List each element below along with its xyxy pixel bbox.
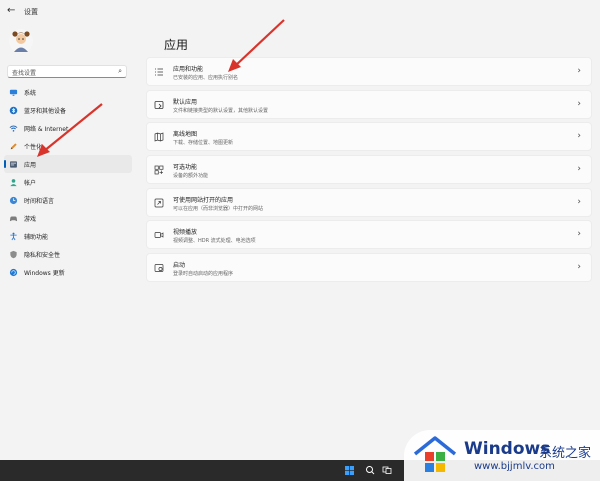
card-description: 已安装的应用、应用执行别名	[173, 75, 239, 81]
avatar[interactable]	[8, 28, 34, 54]
sidebar-item-bluetooth[interactable]: 蓝牙和其他设备	[4, 101, 132, 119]
card-description: 登录时自动启动的应用程序	[173, 271, 234, 278]
card-description: 文件和链接类型的默认设置，其他默认设置	[173, 107, 269, 114]
apps-icon	[10, 160, 17, 168]
card-description: 下载、存储位置、地图更新	[173, 140, 234, 147]
list-icon	[155, 68, 163, 76]
sidebar-item-label: 辅助功能	[24, 233, 49, 241]
window-title: 设置	[24, 8, 38, 16]
sidebar-item-gaming[interactable]: 游戏	[4, 209, 132, 227]
sidebar-item-accessibility[interactable]: 辅助功能	[4, 227, 132, 245]
sidebar-item-label: 系统	[24, 89, 37, 97]
watermark-url: www.bjjmlv.com	[474, 461, 555, 472]
back-arrow-icon[interactable]: ←	[7, 5, 15, 16]
card-video-playback[interactable]: 视频播放 视频调整、HDR 流式处理、电池选项 ›	[146, 220, 592, 250]
chevron-right-icon: ›	[577, 196, 581, 207]
monitor-icon	[9, 89, 18, 96]
update-icon	[9, 268, 18, 276]
card-apps-for-websites[interactable]: 可使用网站打开的应用 可以在应用（而非浏览器）中打开的网站 ›	[146, 187, 592, 217]
watermark: Windows 系统之家 www.bjjmlv.com	[404, 430, 600, 481]
sidebar-item-label: 个性化	[24, 143, 43, 151]
card-title: 可选功能	[173, 164, 198, 172]
map-icon	[154, 132, 164, 142]
card-default-apps[interactable]: 默认应用 文件和链接类型的默认设置，其他默认设置 ›	[146, 89, 592, 119]
gamepad-icon	[9, 215, 18, 221]
person-icon	[10, 178, 17, 186]
task-view-icon[interactable]	[382, 465, 392, 475]
sidebar-item-label: 隐私和安全性	[24, 251, 61, 259]
card-title: 可使用网站打开的应用	[173, 196, 234, 204]
sidebar-item-label: 网络 & Internet	[24, 125, 69, 133]
sidebar-item-label: 帐户	[24, 179, 37, 187]
video-icon	[154, 232, 164, 239]
chevron-right-icon: ›	[577, 98, 581, 109]
sidebar-item-system[interactable]: 系统	[4, 83, 132, 101]
accessibility-icon	[10, 232, 17, 240]
wifi-icon	[9, 125, 18, 132]
chevron-right-icon: ›	[577, 66, 581, 76]
sidebar-item-accounts[interactable]: 帐户	[4, 173, 132, 191]
sidebar-item-windows-update[interactable]: Windows 更新	[4, 263, 132, 281]
card-offline-maps[interactable]: 离线地图 下载、存储位置、地图更新 ›	[146, 122, 592, 152]
optional-features-icon	[154, 165, 164, 175]
sidebar-nav: 系统 蓝牙和其他设备 网络 & Internet 个性化 应用 帐户 时间和语言…	[4, 83, 132, 281]
card-title: 离线地图	[173, 131, 198, 139]
watermark-brand: Windows	[464, 439, 551, 459]
globe-clock-icon	[9, 196, 18, 204]
sidebar-item-time-language[interactable]: 时间和语言	[4, 191, 132, 209]
sidebar-item-personalization[interactable]: 个性化	[4, 137, 132, 155]
pencil-icon	[10, 142, 17, 149]
card-description: 可以在应用（而非浏览器）中打开的网站	[173, 205, 264, 212]
sidebar-item-label: 时间和语言	[24, 197, 55, 205]
sidebar-item-network[interactable]: 网络 & Internet	[4, 119, 132, 137]
title-bar: ← 设置	[0, 0, 600, 24]
page-title: 应用	[164, 38, 189, 52]
chevron-right-icon: ›	[577, 229, 581, 240]
card-title: 视频播放	[173, 229, 198, 237]
search-input[interactable]: 查找设置 ⌕	[7, 65, 127, 78]
default-apps-icon	[154, 100, 164, 109]
chevron-right-icon: ›	[577, 164, 581, 175]
card-title: 启动	[173, 262, 186, 270]
card-description: 视频调整、HDR 流式处理、电池选项	[173, 238, 256, 245]
chevron-right-icon: ›	[577, 131, 581, 142]
startup-icon	[154, 264, 164, 272]
card-optional-features[interactable]: 可选功能 设备的额外功能 ›	[146, 155, 592, 185]
card-title: 应用和功能	[173, 66, 204, 73]
watermark-brand-cn: 系统之家	[539, 446, 592, 461]
sidebar-item-label: 游戏	[24, 215, 37, 223]
sidebar-item-privacy[interactable]: 隐私和安全性	[4, 245, 132, 263]
sidebar-item-label: 蓝牙和其他设备	[24, 107, 67, 115]
sidebar-item-label: 应用	[24, 161, 37, 169]
chevron-right-icon: ›	[577, 262, 581, 273]
search-icon[interactable]: ⌕	[118, 67, 122, 76]
search-placeholder: 查找设置	[12, 70, 37, 77]
card-description: 设备的额外功能	[173, 173, 209, 180]
card-apps-features[interactable]: 应用和功能 已安装的应用、应用执行别名 ›	[146, 57, 592, 86]
search-icon[interactable]	[365, 465, 375, 475]
windows-start-icon[interactable]	[345, 466, 354, 475]
card-title: 默认应用	[173, 98, 198, 106]
settings-card-list: 应用和功能 已安装的应用、应用执行别名 › 默认应用 文件和链接类型的默认设置，…	[146, 57, 592, 286]
sidebar-item-label: Windows 更新	[24, 269, 65, 277]
sidebar-item-apps[interactable]: 应用	[4, 155, 132, 173]
bluetooth-icon	[9, 106, 18, 114]
web-apps-icon	[154, 198, 164, 208]
card-startup[interactable]: 启动 登录时自动启动的应用程序 ›	[146, 253, 592, 283]
house-logo-icon	[413, 436, 457, 472]
shield-icon	[10, 250, 17, 258]
